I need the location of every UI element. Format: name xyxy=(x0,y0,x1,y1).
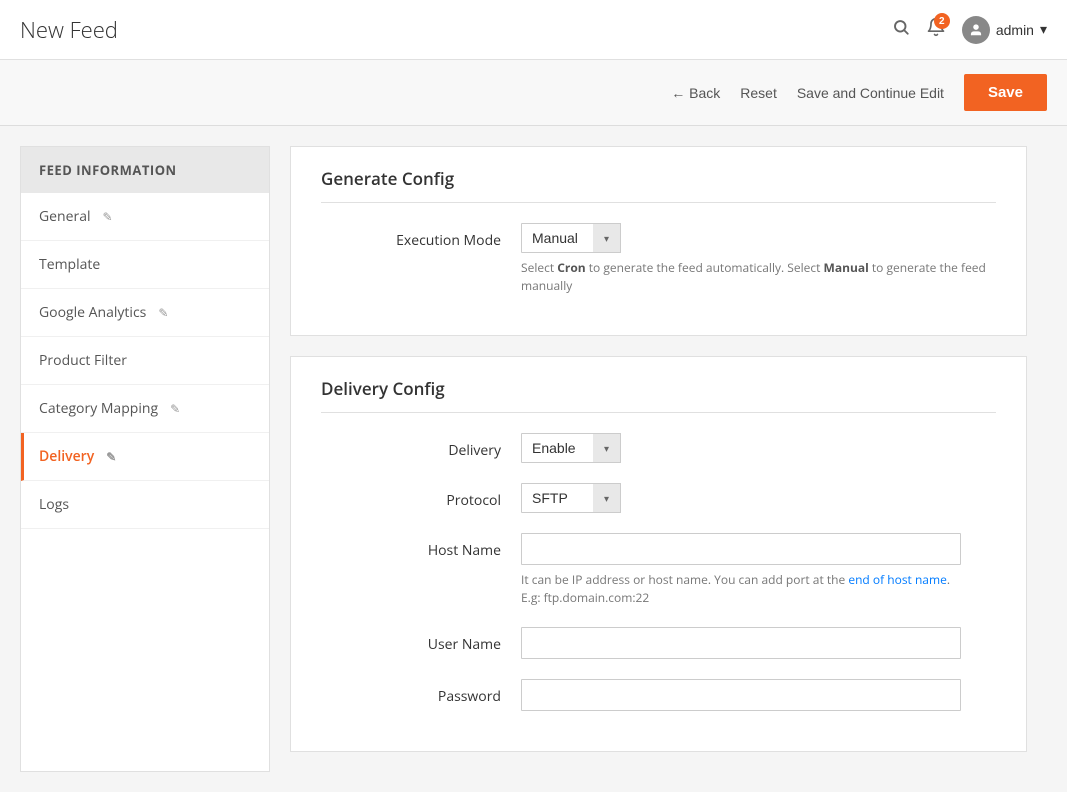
user-name-field xyxy=(521,627,996,659)
host-name-row: Host Name It can be IP address or host n… xyxy=(321,533,996,607)
host-name-help: It can be IP address or host name. You c… xyxy=(521,571,996,607)
user-chevron-icon: ▾ xyxy=(1040,21,1047,38)
password-row: Password xyxy=(321,679,996,711)
sidebar-item-category-mapping[interactable]: Category Mapping ✎ xyxy=(21,385,269,433)
reset-label: Reset xyxy=(740,85,777,101)
protocol-label: Protocol xyxy=(321,483,521,510)
sidebar-item-logs[interactable]: Logs xyxy=(21,481,269,529)
delivery-label: Delivery xyxy=(321,433,521,460)
search-button[interactable] xyxy=(892,18,910,41)
edit-icon: ✎ xyxy=(103,208,113,225)
page-header: New Feed 2 admin ▾ xyxy=(0,0,1067,60)
host-name-label: Host Name xyxy=(321,533,521,560)
protocol-field: SFTP FTP FTPS ▾ xyxy=(521,483,996,513)
password-field xyxy=(521,679,996,711)
host-name-input[interactable] xyxy=(521,533,961,565)
notification-button[interactable]: 2 xyxy=(926,17,946,42)
delivery-row: Delivery Enable Disable ▾ xyxy=(321,433,996,463)
edit-icon: ✎ xyxy=(170,400,180,417)
host-name-help-link[interactable]: end of host name xyxy=(848,571,947,588)
sidebar-item-general[interactable]: General ✎ xyxy=(21,193,269,241)
execution-mode-row: Execution Mode Manual Cron ▾ Select Cron… xyxy=(321,223,996,295)
execution-mode-field: Manual Cron ▾ Select Cron to generate th… xyxy=(521,223,996,295)
sidebar-item-label: Delivery xyxy=(39,447,94,466)
save-continue-button[interactable]: Save and Continue Edit xyxy=(797,85,944,101)
execution-mode-select-wrapper: Manual Cron ▾ xyxy=(521,223,621,253)
delivery-select[interactable]: Enable Disable xyxy=(521,433,621,463)
user-name-input[interactable] xyxy=(521,627,961,659)
protocol-select-wrapper: SFTP FTP FTPS ▾ xyxy=(521,483,621,513)
toolbar: ← Back Reset Save and Continue Edit Save xyxy=(0,60,1067,126)
protocol-select[interactable]: SFTP FTP FTPS xyxy=(521,483,621,513)
reset-button[interactable]: Reset xyxy=(740,85,777,101)
sidebar-item-delivery[interactable]: Delivery ✎ xyxy=(21,433,269,481)
user-name-label: User Name xyxy=(321,627,521,654)
user-name: admin xyxy=(996,22,1034,38)
generate-config-title: Generate Config xyxy=(321,167,996,203)
header-right: 2 admin ▾ xyxy=(892,16,1047,44)
sidebar-item-google-analytics[interactable]: Google Analytics ✎ xyxy=(21,289,269,337)
sidebar-item-template[interactable]: Template xyxy=(21,241,269,289)
edit-icon: ✎ xyxy=(158,304,168,321)
avatar xyxy=(962,16,990,44)
delivery-select-wrapper: Enable Disable ▾ xyxy=(521,433,621,463)
sidebar-item-label: Category Mapping xyxy=(39,399,158,418)
notification-badge: 2 xyxy=(934,13,950,29)
sidebar-item-label: Product Filter xyxy=(39,351,127,370)
sidebar-item-label: Template xyxy=(39,255,100,274)
execution-mode-label: Execution Mode xyxy=(321,223,521,250)
edit-icon: ✎ xyxy=(106,448,116,465)
sidebar-item-label: Logs xyxy=(39,495,69,514)
protocol-row: Protocol SFTP FTP FTPS ▾ xyxy=(321,483,996,513)
sidebar-item-product-filter[interactable]: Product Filter xyxy=(21,337,269,385)
sidebar: FEED INFORMATION General ✎ Template Goog… xyxy=(20,146,270,772)
sidebar-header: FEED INFORMATION xyxy=(21,147,269,193)
execution-mode-select[interactable]: Manual Cron xyxy=(521,223,621,253)
delivery-config-title: Delivery Config xyxy=(321,377,996,413)
host-name-field: It can be IP address or host name. You c… xyxy=(521,533,996,607)
sidebar-item-label: Google Analytics xyxy=(39,303,146,322)
page-title: New Feed xyxy=(20,15,118,45)
user-menu-button[interactable]: admin ▾ xyxy=(962,16,1047,44)
back-label: ← Back xyxy=(671,85,720,101)
generate-config-section: Generate Config Execution Mode Manual Cr… xyxy=(290,146,1027,336)
execution-mode-help: Select Cron to generate the feed automat… xyxy=(521,259,996,295)
host-name-help-example: E.g: ftp.domain.com:22 xyxy=(521,589,649,606)
save-button[interactable]: Save xyxy=(964,74,1047,111)
save-continue-label: Save and Continue Edit xyxy=(797,85,944,101)
password-input[interactable] xyxy=(521,679,961,711)
user-name-row: User Name xyxy=(321,627,996,659)
content-area: Generate Config Execution Mode Manual Cr… xyxy=(270,146,1047,772)
back-button[interactable]: ← Back xyxy=(671,85,720,101)
sidebar-item-label: General xyxy=(39,207,91,226)
main-content: FEED INFORMATION General ✎ Template Goog… xyxy=(0,126,1067,792)
delivery-field: Enable Disable ▾ xyxy=(521,433,996,463)
password-label: Password xyxy=(321,679,521,706)
delivery-config-section: Delivery Config Delivery Enable Disable … xyxy=(290,356,1027,752)
